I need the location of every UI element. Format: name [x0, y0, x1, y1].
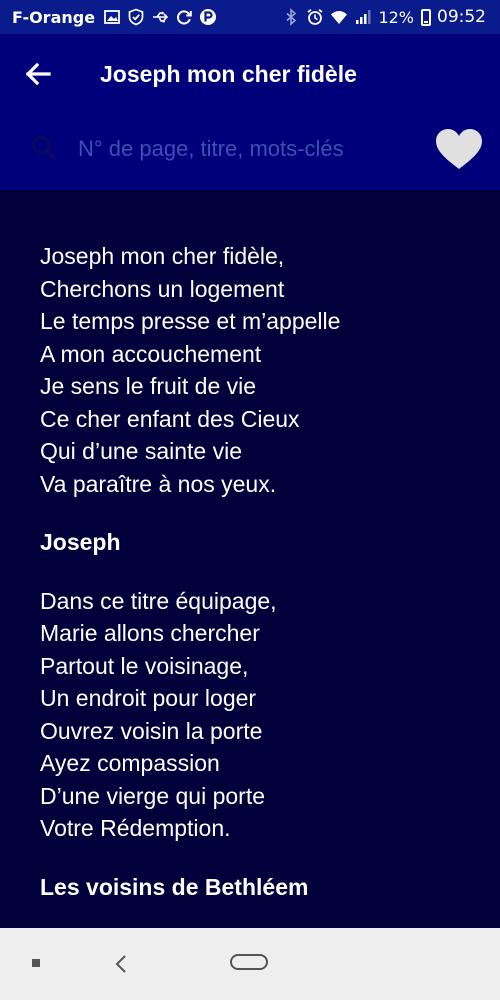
lyric-line: Va paraître à nos yeux. [40, 470, 277, 497]
app-header: Joseph mon cher fidèle [0, 34, 500, 190]
lyric-line: Partout le voisinage, [40, 652, 249, 679]
page-title: Joseph mon cher fidèle [100, 61, 357, 87]
status-bar: F-Orange 12% 09:52 [0, 0, 500, 34]
back-button[interactable] [20, 56, 56, 92]
lyric-line: Ouvrez voisin la porte [40, 717, 263, 744]
speaker-heading: Les voisins de Bethléem [40, 873, 309, 900]
speaker-heading: Joseph [40, 529, 121, 555]
bluetooth-icon [282, 8, 300, 26]
stanza: Dans ce titre équipage, Marie allons cher… [40, 585, 480, 845]
arrow-left-icon [25, 62, 51, 86]
search-bar [0, 124, 500, 174]
carrier-name: F-Orange [12, 7, 96, 27]
p-app-icon [199, 8, 217, 26]
lyric-line: Marie allons chercher [40, 620, 260, 646]
nav-back-icon[interactable] [110, 952, 134, 976]
lyric-line: Dans ce titre équipage, [40, 587, 277, 614]
lyric-line: Ayez compassion [40, 750, 220, 776]
usb-icon [151, 8, 169, 26]
lyric-line: A mon accouchement [40, 340, 262, 367]
favorite-button[interactable] [432, 124, 486, 174]
home-button[interactable] [230, 954, 268, 970]
status-bar-left: F-Orange [12, 8, 217, 27]
search-input[interactable] [76, 128, 400, 170]
lyric-line: Joseph mon cher fidèle, [40, 243, 285, 269]
lyric-line: Qui d’une sainte vie [40, 438, 243, 464]
lyric-line: Un endroit pour loger [40, 685, 257, 711]
lyric-line: Ce cher enfant des Cieux [40, 405, 300, 432]
wifi-icon [330, 8, 348, 26]
battery-percentage: 12% [378, 7, 414, 27]
image-icon [103, 8, 121, 26]
lyric-line: D’une vierge qui porte [40, 782, 266, 809]
lyric-line: Le temps presse et m’appelle [40, 308, 341, 334]
lyric-line: Votre Rédemption. [40, 815, 231, 841]
shield-check-icon [127, 8, 145, 26]
lyric-line: Cherchons un logement [40, 275, 285, 302]
battery-icon [421, 8, 431, 26]
recent-apps-button[interactable] [32, 959, 40, 967]
heart-icon [436, 129, 482, 169]
lyric-line: Je sens le fruit de vie [40, 373, 257, 399]
system-nav-bar [0, 928, 500, 1000]
stanza: Joseph mon cher fidèle, Cherchons un loge… [40, 240, 480, 500]
status-bar-right: 12% 09:52 [282, 7, 486, 27]
sync-icon [175, 8, 193, 26]
search-icon [32, 136, 57, 161]
song-lyrics: Joseph mon cher fidèle, Cherchons un loge… [40, 240, 480, 929]
clock: 09:52 [437, 7, 486, 27]
alarm-icon [306, 8, 324, 26]
signal-icon [354, 8, 372, 26]
